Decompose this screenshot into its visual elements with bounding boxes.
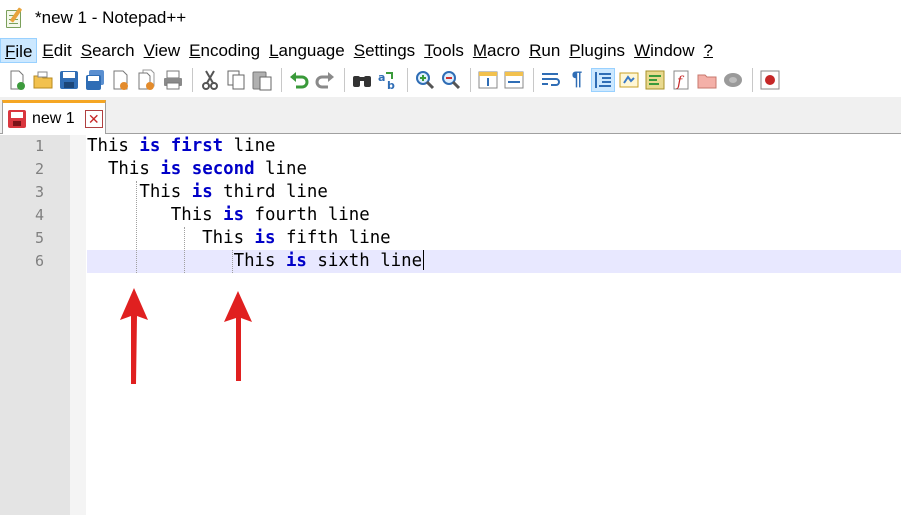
line-number: 4 xyxy=(34,206,44,224)
tab-new-1[interactable]: new 1 ✕ xyxy=(2,100,106,134)
code-line: This is fifth line xyxy=(202,228,391,248)
code-line: This is first line xyxy=(87,136,276,156)
open-file-icon[interactable] xyxy=(31,68,55,92)
toolbar-separator xyxy=(192,68,193,92)
user-defined-language-icon[interactable] xyxy=(617,68,641,92)
menu-language[interactable]: Language xyxy=(265,38,349,63)
line-number-gutter: 1 2 3 4 5 6 xyxy=(0,135,70,515)
folder-as-workspace-icon[interactable] xyxy=(695,68,719,92)
code-line: This is second line xyxy=(107,159,307,179)
line-number: 6 xyxy=(34,252,44,270)
toolbar: ab ¶ f xyxy=(0,64,901,96)
toolbar-separator xyxy=(344,68,345,92)
tab-bar: new 1 ✕ xyxy=(0,97,901,134)
fold-margin xyxy=(70,135,86,515)
line-number: 3 xyxy=(34,183,44,201)
show-all-characters-icon[interactable]: ¶ xyxy=(565,68,589,92)
code-line: This is fourth line xyxy=(170,205,370,225)
svg-text:b: b xyxy=(387,79,395,92)
annotation-arrow xyxy=(120,288,148,384)
menu-view[interactable]: View xyxy=(140,38,185,63)
menu-macro[interactable]: Macro xyxy=(469,38,524,63)
code-line: This is sixth line xyxy=(233,250,425,271)
record-macro-icon[interactable] xyxy=(758,68,782,92)
tab-close-icon[interactable]: ✕ xyxy=(84,109,103,128)
document-map-icon[interactable] xyxy=(643,68,667,92)
code-line: This is third line xyxy=(139,182,328,202)
undo-icon[interactable] xyxy=(287,68,311,92)
menu-settings[interactable]: Settings xyxy=(350,38,419,63)
paste-icon[interactable] xyxy=(250,68,274,92)
sync-vertical-icon[interactable] xyxy=(476,68,500,92)
line-number: 5 xyxy=(34,229,44,247)
toolbar-separator xyxy=(752,68,753,92)
title-bar: *new 1 - Notepad++ xyxy=(0,0,901,36)
save-icon[interactable] xyxy=(57,68,81,92)
indent-guide-icon[interactable] xyxy=(591,68,615,92)
cut-icon[interactable] xyxy=(198,68,222,92)
menu-plugins[interactable]: Plugins xyxy=(565,38,629,63)
copy-icon[interactable] xyxy=(224,68,248,92)
annotation-arrow xyxy=(224,291,252,381)
menu-file[interactable]: File xyxy=(0,37,38,63)
line-number: 2 xyxy=(34,160,44,178)
line-number: 1 xyxy=(34,137,44,155)
function-list-icon[interactable]: f xyxy=(669,68,693,92)
menu-encoding[interactable]: Encoding xyxy=(185,38,264,63)
window-title: *new 1 - Notepad++ xyxy=(35,8,187,27)
svg-text:a: a xyxy=(378,71,385,84)
close-icon[interactable] xyxy=(109,68,133,92)
notepad-plus-plus-icon xyxy=(4,7,26,29)
monitoring-icon[interactable] xyxy=(721,68,745,92)
find-icon[interactable] xyxy=(350,68,374,92)
sync-horizontal-icon[interactable] xyxy=(502,68,526,92)
menu-run[interactable]: Run xyxy=(525,38,564,63)
toolbar-separator xyxy=(470,68,471,92)
menu-tools[interactable]: Tools xyxy=(420,38,468,63)
tab-label: new 1 xyxy=(32,109,75,127)
menu-help[interactable]: ? xyxy=(700,38,717,63)
toolbar-separator xyxy=(281,68,282,92)
redo-icon[interactable] xyxy=(313,68,337,92)
zoom-in-icon[interactable] xyxy=(413,68,437,92)
menu-search[interactable]: Search xyxy=(77,38,139,63)
menu-window[interactable]: Window xyxy=(630,38,698,63)
menu-bar: File Edit Search View Encoding Language … xyxy=(0,37,901,63)
text-caret xyxy=(423,250,425,270)
word-wrap-icon[interactable] xyxy=(539,68,563,92)
close-all-icon[interactable] xyxy=(135,68,159,92)
toolbar-separator xyxy=(533,68,534,92)
print-icon[interactable] xyxy=(161,68,185,92)
new-file-icon[interactable] xyxy=(5,68,29,92)
replace-icon[interactable]: ab xyxy=(376,68,400,92)
menu-edit[interactable]: Edit xyxy=(38,38,75,63)
zoom-out-icon[interactable] xyxy=(439,68,463,92)
text-area[interactable]: This is first line This is second line T… xyxy=(87,135,901,515)
toolbar-separator xyxy=(407,68,408,92)
save-all-icon[interactable] xyxy=(83,68,107,92)
unsaved-file-icon xyxy=(8,109,26,128)
